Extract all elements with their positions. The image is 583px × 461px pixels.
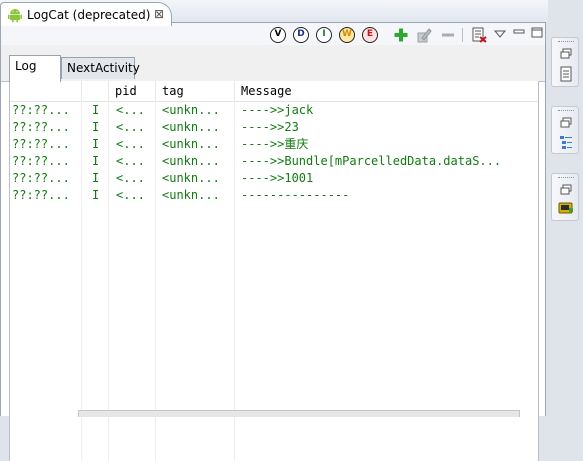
view-title: LogCat (deprecated): [27, 8, 151, 22]
cell-pid: <...: [116, 154, 145, 168]
column-header-time[interactable]: [10, 81, 82, 101]
toolbar-separator: [462, 28, 463, 42]
log-level-v-button[interactable]: V: [270, 27, 286, 43]
cell-tag: <unkn...: [162, 154, 220, 168]
tab-nextactivity[interactable]: NextActivity: [61, 57, 140, 79]
table-row[interactable]: ??:??... I <... <unkn... ---------------: [10, 187, 538, 204]
cell-level: I: [92, 120, 100, 134]
tab-log[interactable]: Log: [9, 55, 61, 82]
cell-message: ---->>Bundle[mParcelledData.dataS...: [241, 154, 502, 168]
column-header-pid[interactable]: pid: [109, 81, 156, 101]
cell-pid: <...: [116, 137, 145, 151]
cell-pid: <...: [116, 120, 145, 134]
edit-filter-icon[interactable]: [416, 27, 432, 43]
cell-tag: <unkn...: [162, 188, 220, 202]
close-view-icon[interactable]: ⊠: [154, 8, 164, 20]
table-row[interactable]: ??:??... I <... <unkn... ---->>jack: [10, 102, 538, 119]
cell-level: I: [92, 188, 100, 202]
side-trim-bar: [548, 0, 583, 416]
console-icon[interactable]: [558, 200, 574, 216]
android-icon: [8, 9, 22, 23]
log-level-e-button[interactable]: E: [362, 27, 378, 43]
trim-group-3: [551, 173, 579, 221]
view-menu-icon[interactable]: [492, 26, 508, 42]
log-level-w-button[interactable]: W: [339, 27, 355, 43]
add-filter-icon[interactable]: [393, 27, 409, 43]
minimize-icon[interactable]: [511, 24, 527, 40]
cell-time: ??:??...: [12, 103, 70, 117]
document-icon[interactable]: [558, 66, 574, 82]
log-level-i-button[interactable]: I: [316, 27, 332, 43]
cell-level: I: [92, 171, 100, 185]
drag-handle[interactable]: [558, 110, 574, 113]
cell-tag: <unkn...: [162, 171, 220, 185]
cell-pid: <...: [116, 171, 145, 185]
cell-message: ---------------: [241, 188, 350, 202]
column-header-message[interactable]: Message: [235, 81, 538, 101]
cell-message: ---->>重庆: [241, 137, 309, 151]
cell-time: ??:??...: [12, 137, 70, 151]
cell-message: ---->>1001: [241, 171, 314, 185]
table-row[interactable]: ??:??... I <... <unkn... ---->>23: [10, 119, 538, 136]
cell-message: ---->>jack: [241, 103, 314, 117]
cell-level: I: [92, 103, 100, 117]
cell-level: I: [92, 154, 100, 168]
remove-filter-icon[interactable]: [440, 27, 456, 43]
maximize-icon[interactable]: [529, 24, 545, 40]
table-header: pid tag Message: [10, 81, 538, 102]
cell-level: I: [92, 137, 100, 151]
drag-handle[interactable]: [558, 41, 574, 44]
table-row[interactable]: ??:??... I <... <unkn... ---->>Bundle[mParce…: [10, 153, 538, 170]
column-header-level[interactable]: [82, 81, 109, 101]
log-table[interactable]: pid tag Message ??:??... I <... <unkn... ---…: [9, 81, 539, 461]
cell-pid: <...: [116, 188, 145, 202]
trim-group-1: [551, 37, 579, 87]
cell-time: ??:??...: [12, 120, 70, 134]
table-row[interactable]: ??:??... I <... <unkn... ---->>1001: [10, 170, 538, 187]
tab-label: Log: [15, 59, 37, 73]
cell-tag: <unkn...: [162, 103, 220, 117]
cell-pid: <...: [116, 103, 145, 117]
tab-label: NextActivity: [67, 61, 140, 75]
cell-time: ??:??...: [12, 171, 70, 185]
cell-tag: <unkn...: [162, 120, 220, 134]
log-level-d-button[interactable]: D: [293, 27, 309, 43]
trim-group-2: [551, 106, 579, 154]
cell-time: ??:??...: [12, 154, 70, 168]
cell-time: ??:??...: [12, 188, 70, 202]
column-header-tag[interactable]: tag: [156, 81, 235, 101]
log-rows: ??:??... I <... <unkn... ---->>jack??:??... I…: [10, 102, 538, 204]
logcat-view-tab[interactable]: LogCat (deprecated) ⊠: [0, 2, 172, 26]
cell-message: ---->>23: [241, 120, 299, 134]
clear-log-icon[interactable]: [471, 27, 487, 43]
restore-icon[interactable]: [558, 115, 574, 131]
cell-tag: <unkn...: [162, 137, 220, 151]
drag-handle[interactable]: [558, 177, 574, 180]
outline-icon[interactable]: [558, 134, 574, 150]
restore-icon[interactable]: [558, 182, 574, 198]
restore-icon[interactable]: [558, 46, 574, 62]
filter-tabs: Log NextActivity: [1, 45, 545, 82]
table-row[interactable]: ??:??... I <... <unkn... ---->>重庆: [10, 136, 538, 153]
